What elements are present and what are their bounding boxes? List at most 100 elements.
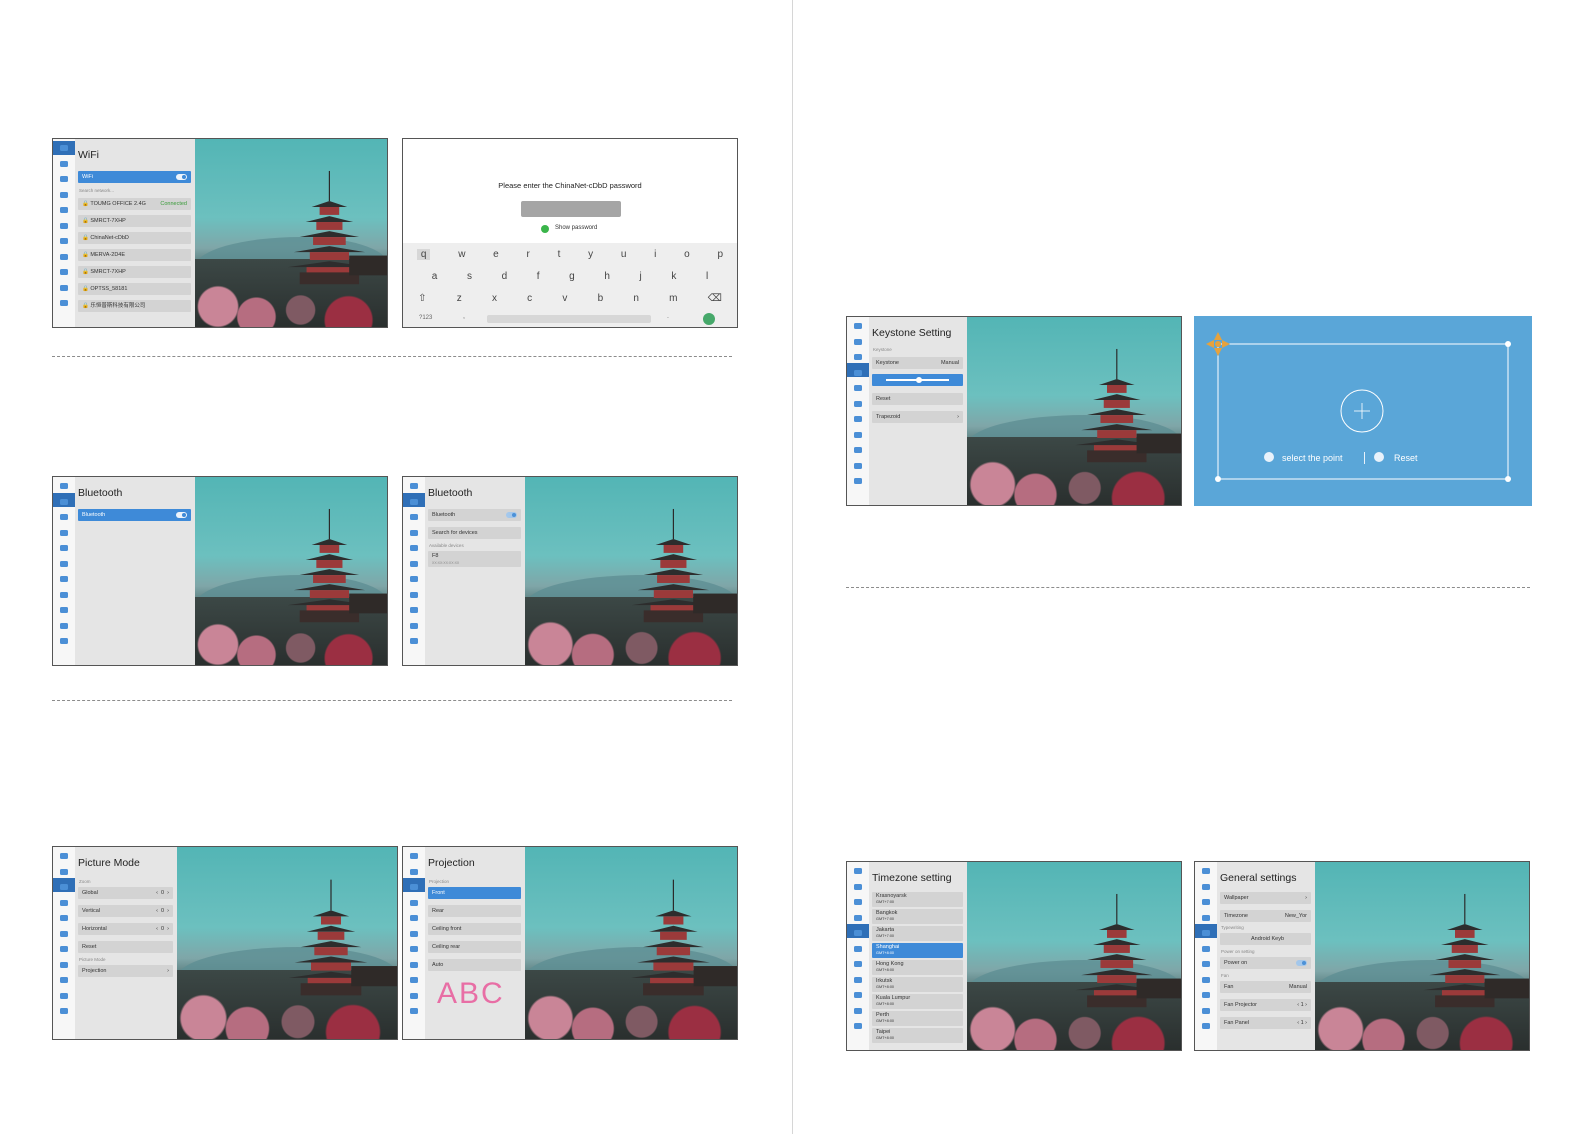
apps-icon[interactable] — [852, 990, 864, 1000]
timezone-item[interactable]: Kuala Lumpur GMT+8:00 — [872, 994, 963, 1009]
bluetooth-icon[interactable] — [852, 337, 864, 347]
volume-icon[interactable] — [58, 574, 70, 584]
speaker-icon[interactable] — [58, 559, 70, 569]
apps-icon[interactable] — [58, 605, 70, 615]
key[interactable]: u — [621, 249, 627, 260]
info-icon[interactable] — [408, 621, 420, 631]
timezone-row[interactable]: Timezone New_Yor — [1220, 910, 1311, 922]
row-stepper[interactable]: ‹ 1 › — [1297, 999, 1307, 1011]
info-icon[interactable] — [58, 283, 70, 293]
font-icon[interactable] — [408, 960, 420, 970]
font-icon[interactable] — [408, 590, 420, 600]
bluetooth-icon[interactable] — [408, 867, 420, 877]
zoom-row[interactable]: Vertical ‹ 0 › — [78, 905, 173, 917]
timezone-item[interactable]: Jakarta GMT+7:00 — [872, 926, 963, 941]
info-icon[interactable] — [408, 991, 420, 1001]
key[interactable]: g — [569, 271, 575, 282]
projector-icon[interactable] — [852, 913, 864, 923]
info-icon[interactable] — [852, 461, 864, 471]
row-stepper[interactable]: ‹ 0 › — [156, 905, 169, 917]
network-item[interactable]: 🔒 TOUMG OFFICE 2.4G Connected — [78, 198, 191, 210]
update-icon[interactable] — [408, 1006, 420, 1016]
key[interactable]: t — [558, 249, 561, 260]
key[interactable]: f — [537, 271, 540, 282]
key[interactable]: x — [492, 293, 497, 304]
row-stepper[interactable]: ‹ 0 › — [156, 923, 169, 935]
update-icon[interactable] — [58, 1006, 70, 1016]
projector-icon[interactable] — [852, 368, 864, 378]
reset-label[interactable]: Reset — [1394, 453, 1418, 463]
keystone-mode-row[interactable]: Keystone Manual — [872, 357, 963, 369]
volume-icon[interactable] — [1200, 959, 1212, 969]
projection-option[interactable]: Rear — [428, 905, 521, 917]
toggle-switch[interactable] — [176, 174, 187, 180]
projection-option[interactable]: Front — [428, 887, 521, 899]
bluetooth-icon[interactable] — [58, 497, 70, 507]
timezone-item[interactable]: Bangkok GMT+7:00 — [872, 909, 963, 924]
search-devices-row[interactable]: Search for devices — [428, 527, 521, 539]
projector-icon[interactable] — [58, 190, 70, 200]
volume-icon[interactable] — [408, 574, 420, 584]
shift-icon[interactable]: ⇧ — [418, 293, 426, 304]
font-icon[interactable] — [58, 960, 70, 970]
volume-icon[interactable] — [58, 944, 70, 954]
update-icon[interactable] — [58, 298, 70, 308]
zoom-row[interactable]: Horizontal ‹ 0 › — [78, 923, 173, 935]
apps-icon[interactable] — [58, 975, 70, 985]
slider-thumb[interactable] — [916, 377, 922, 383]
network-item[interactable]: 🔒 乐恒普斯科技有限公司 — [78, 300, 191, 312]
wifi-icon[interactable] — [852, 321, 864, 331]
display-icon[interactable] — [58, 174, 70, 184]
volume-icon[interactable] — [852, 414, 864, 424]
toggle-switch[interactable] — [176, 512, 187, 518]
projector-icon[interactable] — [408, 528, 420, 538]
key[interactable]: s — [467, 271, 472, 282]
projector-icon[interactable] — [408, 898, 420, 908]
apps-icon[interactable] — [852, 445, 864, 455]
wifi-toggle-row[interactable]: WiFi — [78, 171, 191, 183]
gear-icon[interactable] — [58, 913, 70, 923]
volume-icon[interactable] — [408, 944, 420, 954]
bluetooth-toggle-row[interactable]: Bluetooth — [428, 509, 521, 521]
apps-icon[interactable] — [58, 267, 70, 277]
projection-row[interactable]: Projection › — [78, 965, 173, 977]
toggle-switch[interactable] — [1296, 960, 1307, 966]
bluetooth-icon[interactable] — [408, 497, 420, 507]
timezone-item[interactable]: Krasnoyarsk GMT+7:00 — [872, 892, 963, 907]
key[interactable]: i — [654, 249, 656, 260]
backspace-icon[interactable]: ⌫ — [708, 293, 722, 304]
key[interactable]: w — [458, 249, 465, 260]
key[interactable]: y — [588, 249, 593, 260]
key[interactable]: k — [671, 271, 676, 282]
display-icon[interactable] — [1200, 897, 1212, 907]
projector-icon[interactable] — [58, 528, 70, 538]
apps-icon[interactable] — [408, 975, 420, 985]
projector-icon[interactable] — [58, 898, 70, 908]
font-icon[interactable] — [852, 430, 864, 440]
network-item[interactable]: 🔒 MERVA-2D4E — [78, 249, 191, 261]
gear-icon[interactable] — [408, 543, 420, 553]
key[interactable]: v — [562, 293, 567, 304]
speaker-icon[interactable] — [408, 559, 420, 569]
wifi-icon[interactable] — [1200, 866, 1212, 876]
device-item[interactable]: F8 XX:XX:XX:XX:XX — [428, 551, 521, 567]
gear-icon[interactable] — [1200, 928, 1212, 938]
key[interactable]: a — [432, 271, 438, 282]
apps-icon[interactable] — [408, 605, 420, 615]
row-stepper[interactable]: ‹ 1 › — [1297, 1017, 1307, 1029]
font-icon[interactable] — [58, 590, 70, 600]
bluetooth-icon[interactable] — [1200, 882, 1212, 892]
network-item[interactable]: 🔒 OPTSS_58181 — [78, 283, 191, 295]
key[interactable]: l — [706, 271, 708, 282]
info-icon[interactable] — [58, 991, 70, 1001]
timezone-item[interactable]: Perth GMT+8:00 — [872, 1011, 963, 1026]
space-key[interactable] — [487, 315, 651, 323]
network-item[interactable]: 🔒 SMRCT-7XHP — [78, 266, 191, 278]
speaker-icon[interactable] — [1200, 944, 1212, 954]
zoom-row[interactable]: Global ‹ 0 › — [78, 887, 173, 899]
gear-icon[interactable] — [852, 383, 864, 393]
update-icon[interactable] — [408, 636, 420, 646]
key[interactable]: o — [684, 249, 690, 260]
keyboard-row[interactable]: Android Keyb — [1220, 933, 1311, 945]
reset-row[interactable]: Reset — [78, 941, 173, 953]
